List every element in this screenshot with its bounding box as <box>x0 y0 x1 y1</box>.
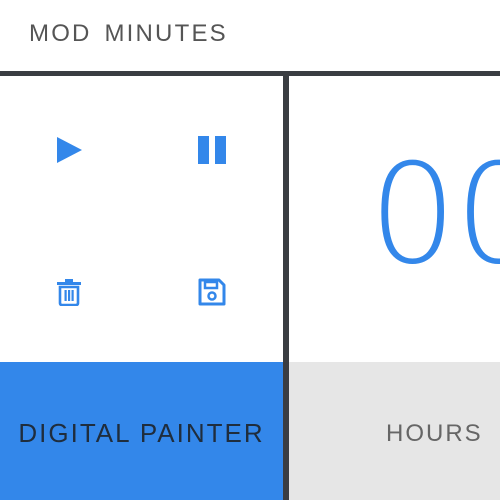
save-icon <box>198 278 226 306</box>
pause-icon <box>198 136 226 164</box>
project-tab[interactable]: DIGITAL PAINTER <box>0 362 283 500</box>
hours-counter: 00 <box>369 134 500 295</box>
play-icon <box>57 137 82 163</box>
pause-button[interactable] <box>192 130 232 170</box>
app-header: MOD MINUTES <box>0 0 500 72</box>
control-panel: DIGITAL PAINTER <box>0 76 283 500</box>
project-label: DIGITAL PAINTER <box>18 417 265 448</box>
play-button[interactable] <box>49 130 89 170</box>
delete-button[interactable] <box>49 272 89 312</box>
save-button[interactable] <box>192 272 232 312</box>
app-title: MOD MINUTES <box>29 20 228 47</box>
timer-panel: 00 HOURS <box>289 76 500 500</box>
trash-icon <box>57 279 81 306</box>
unit-label: HOURS <box>386 420 483 447</box>
unit-tab[interactable]: HOURS <box>289 362 500 500</box>
